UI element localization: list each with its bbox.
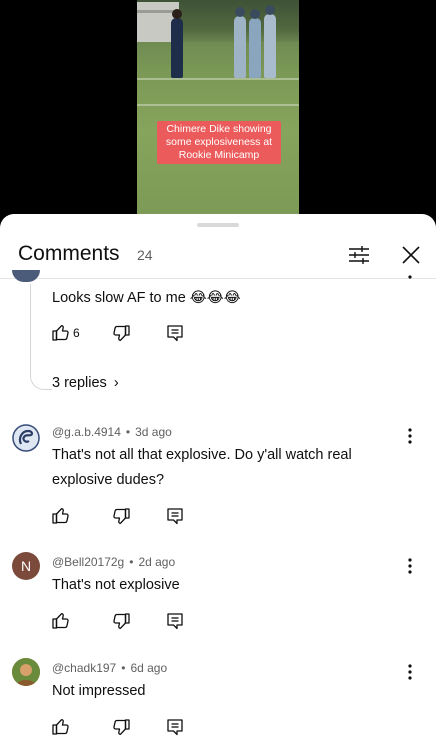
comment-author[interactable]: @Bell20172g [52,555,124,569]
player-figure [234,7,246,78]
avatar[interactable] [12,658,40,686]
drag-handle[interactable] [197,223,239,227]
dislike-icon[interactable] [110,610,132,632]
comments-title: Comments [18,242,120,265]
comment-author[interactable]: @g.a.b.4914 [52,425,121,439]
meta-separator: • [125,425,131,439]
like-count: 6 [73,326,80,340]
comment-actions [50,610,200,632]
more-options-icon[interactable] [400,662,420,682]
reply-thread-line [30,284,52,390]
more-options-icon[interactable] [400,426,420,446]
like-icon[interactable] [50,322,72,344]
comment-actions [50,505,200,527]
comment-text-line: That's not all that explosive. Do y'all … [52,447,352,463]
more-options-icon[interactable] [400,556,420,576]
like-icon[interactable] [50,505,72,527]
player-figure [171,9,183,78]
comments-header: Comments 24 [0,236,436,278]
comment-author[interactable]: @chadk197 [52,661,116,675]
dislike-icon[interactable] [110,716,132,738]
avatar[interactable]: N [12,552,40,580]
chevron-right-icon: › [113,375,119,391]
player-figure [264,5,276,78]
like-icon[interactable] [50,716,72,738]
field-line [137,104,299,106]
dislike-icon[interactable] [110,505,132,527]
sliders-icon[interactable] [346,242,372,268]
comment-meta: @Bell20172g • 2d ago [52,555,175,569]
avatar[interactable] [12,424,40,452]
comment-actions: 6 [50,322,200,344]
reply-icon[interactable] [164,505,186,527]
replies-label: 3 replies [52,375,107,391]
comment-actions [50,716,200,738]
comments-sheet: Comments 24 Looks slow AF to me 😂😂😂 6 3 … [0,214,436,750]
dislike-icon[interactable] [110,322,132,344]
comment-time: 6d ago [130,661,168,675]
player-figure [249,9,261,78]
comment-text-line: explosive dudes? [52,472,165,488]
reply-icon[interactable] [164,716,186,738]
meta-separator: • [129,555,134,569]
comment-text: Not impressed [52,683,146,699]
more-options-icon[interactable] [400,273,420,283]
comment-text: That's not explosive [52,577,180,593]
avatar-letter: N [20,558,32,574]
video-player[interactable]: Chimere Dike showing some explosiveness … [0,0,436,218]
comment-time: 2d ago [138,555,176,569]
header-divider [0,278,436,279]
comment-meta: @chadk197 • 6d ago [52,661,167,675]
avatar[interactable] [12,270,40,282]
reply-icon[interactable] [164,610,186,632]
comment-time: 3d ago [135,425,172,439]
comment-text: Looks slow AF to me 😂😂😂 [52,290,241,306]
comment-text: That's not all that explosive. Do y'all … [52,443,352,493]
field-line [137,78,299,80]
like-icon[interactable] [50,610,72,632]
view-replies-link[interactable]: 3 replies › [52,375,119,391]
close-icon[interactable] [398,242,424,268]
comment-meta: @g.a.b.4914 • 3d ago [52,425,172,439]
reply-icon[interactable] [164,322,186,344]
meta-separator: • [121,661,126,675]
video-frame[interactable]: Chimere Dike showing some explosiveness … [137,0,299,218]
comments-count: 24 [137,247,153,263]
video-caption: Chimere Dike showing some explosiveness … [157,121,281,164]
